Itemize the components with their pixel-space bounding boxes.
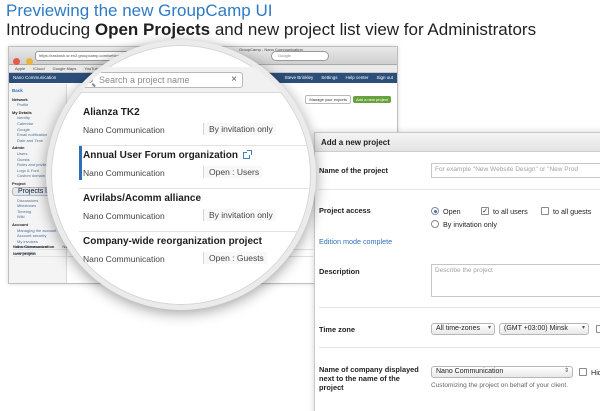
hide-company-checkbox[interactable] [579,368,587,376]
project-list-item[interactable]: Avrilabs/Acomm alliance Nano Communicatio… [83,193,293,227]
project-company: Nano Communication [83,125,165,135]
project-name[interactable]: Alianza TK2 [83,107,140,118]
search-icon [86,76,93,83]
project-name-input[interactable]: For example "New Website Design" or "New… [431,163,600,178]
window-controls [13,52,35,70]
row-name: Nano Communication [13,244,55,249]
row-name: New project [13,251,36,256]
project-list-item[interactable]: Alianza TK2 Nano Communication By invitati… [83,107,293,141]
minimize-window-icon[interactable] [26,58,34,65]
company-label-line: next to the name of the [319,374,400,383]
chevron-updown-icon: ⇕ [563,368,569,374]
project-list-item[interactable]: Annual User Forum organization Nano Commu… [83,150,293,184]
description-textarea[interactable]: Describe the project [431,264,600,297]
all-users-checkbox[interactable]: ✓ [481,207,489,215]
timezone-filter-value: All time-zones [436,325,480,332]
company-label: Name of company displayed next to the na… [319,365,419,392]
divider [79,145,311,146]
main-toolbar: Manage your exports Add a new project [303,95,391,104]
divider [319,189,600,190]
divider [319,347,600,348]
hide-company-label: Hid [591,368,600,377]
add-project-panel: Add a new project Name of the project Fo… [314,132,600,411]
project-access: Open : Guests [203,252,267,264]
project-access: Open : Users [203,166,263,178]
access-invite-label: By invitation only [443,220,497,229]
headline: Previewing the new GroupCamp UI [6,1,273,20]
project-name[interactable]: Avrilabs/Acomm alliance [83,193,201,204]
company-label-line: Name of company displayed [319,365,419,374]
export-button[interactable]: Manage your exports [305,95,351,104]
external-link-icon[interactable] [243,150,253,159]
access-open-label: Open [443,207,461,216]
project-company: Nano Communication [83,168,165,178]
project-company: Nano Communication [83,211,165,221]
app-nav-link[interactable]: Help center [345,75,368,80]
project-name-text[interactable]: Alianza TK2 [83,107,140,118]
subheadline-intro: Introducing [6,20,95,39]
magnified-project-list: Search a project name × Alianza TK2 Nano … [51,45,311,305]
project-search-input[interactable]: Search a project name × [81,72,243,88]
access-open-radio[interactable] [431,207,439,215]
project-name[interactable]: Annual User Forum organization [83,150,253,161]
subheadline: Introducing Open Projects and new projec… [6,20,536,40]
company-value: Nano Communication [436,368,504,375]
project-name-text[interactable]: Annual User Forum organization [83,150,238,161]
magnifier-lens: Search a project name × Alianza TK2 Nano … [46,40,316,310]
project-name[interactable]: Company-wide reorganization project [83,236,262,247]
subheadline-feature: Open Projects [94,20,211,39]
timezone-extra-checkbox[interactable] [596,325,600,333]
timezone-select[interactable]: (GMT +03:00) Minsk ▾ [499,323,589,335]
project-access: By invitation only [203,123,276,135]
divider [319,307,600,308]
project-access: By invitation only [203,209,276,221]
app-nav-title[interactable]: Nano Communication [13,75,56,80]
project-search-placeholder: Search a project name [99,75,190,85]
close-window-icon[interactable] [13,58,20,65]
composite-screenshot: Previewing the new GroupCamp UI Introduc… [0,0,600,411]
panel-title: Add a new project [315,133,600,152]
add-project-button[interactable]: Add a new project [352,96,391,103]
access-invite-radio[interactable] [431,220,439,228]
project-list-item[interactable]: Company-wide reorganization project Nano … [83,236,293,270]
all-guests-checkbox[interactable] [541,207,549,215]
close-icon[interactable]: × [231,73,237,87]
all-users-label: to all users [493,207,528,216]
divider [79,188,311,189]
chevron-down-icon: ▾ [581,325,585,331]
project-name-text[interactable]: Avrilabs/Acomm alliance [83,193,201,204]
edition-mode-link[interactable]: Edition mode complete [319,237,392,246]
project-access-label: Project access [319,206,371,215]
app-nav-link[interactable]: Sign out [376,75,393,80]
company-hint: Customizing the project on behalf of you… [431,382,568,389]
company-label-line: project [319,383,344,392]
divider [79,231,311,232]
project-name-label: Name of the project [319,166,388,175]
company-select[interactable]: Nano Communication ⇕ [431,366,573,378]
project-name-text[interactable]: Company-wide reorganization project [83,236,262,247]
timezone-filter-select[interactable]: All time-zones ▾ [431,323,495,335]
subheadline-rest: and new project list view for Administra… [210,20,537,39]
app-nav-link[interactable]: Settings [321,75,337,80]
timezone-label: Time zone [319,325,356,334]
selected-indicator [79,146,82,180]
all-guests-label: to all guests [553,207,592,216]
chevron-down-icon: ▾ [487,325,491,331]
timezone-value: (GMT +03:00) Minsk [504,325,568,332]
project-company: Nano Communication [83,254,165,264]
description-label: Description [319,267,360,276]
